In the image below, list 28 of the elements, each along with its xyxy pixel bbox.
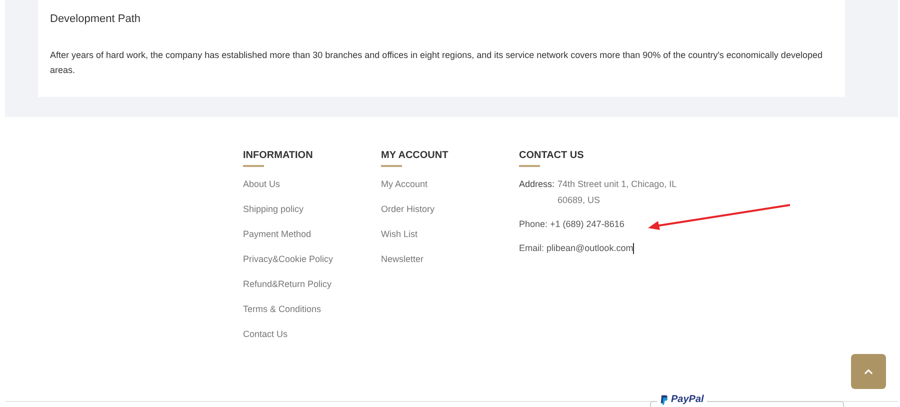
footer-link[interactable]: Shipping policy bbox=[243, 204, 304, 215]
column-heading: CONTACT US bbox=[519, 150, 585, 161]
footer-link[interactable]: Privacy&Cookie Policy bbox=[243, 254, 334, 265]
footer-link[interactable]: Newsletter bbox=[381, 254, 424, 265]
phone-text: Phone: +1 (689) 247-8616 bbox=[519, 219, 626, 230]
footer-link[interactable]: Wish List bbox=[381, 229, 418, 240]
address-text: 74th Street unit 1, Chicago, IL bbox=[558, 179, 677, 190]
article-text: After years of hard work, the company has established more than 30 branches and offices in eight regions, and its service network covers more than 90% of the country's economically developed areas. bbox=[50, 49, 824, 77]
article-heading: Development Path bbox=[50, 12, 142, 25]
paypal-logo: PayPal bbox=[657, 394, 707, 405]
heading-underline bbox=[519, 165, 540, 167]
footer-link[interactable]: Payment Method bbox=[243, 229, 312, 240]
address-label: Address: bbox=[519, 179, 555, 191]
address-text: 60689, US bbox=[558, 195, 602, 206]
footer-link[interactable]: About Us bbox=[243, 179, 280, 190]
footer-link[interactable]: Order History bbox=[381, 204, 435, 215]
text-cursor-icon bbox=[633, 243, 634, 254]
footer-link[interactable]: Refund&Return Policy bbox=[243, 279, 332, 290]
heading-underline bbox=[243, 165, 264, 167]
column-heading: INFORMATION bbox=[243, 150, 314, 161]
footer-link[interactable]: Contact Us bbox=[243, 329, 288, 340]
column-heading: MY ACCOUNT bbox=[381, 150, 450, 161]
heading-underline bbox=[381, 165, 402, 167]
email-text: Email: plibean@outlook.com bbox=[519, 243, 634, 254]
chevron-up-icon bbox=[864, 368, 873, 374]
footer-link[interactable]: Terms & Conditions bbox=[243, 304, 322, 315]
scroll-top-button[interactable] bbox=[851, 354, 886, 389]
footer-link[interactable]: My Account bbox=[381, 179, 428, 190]
